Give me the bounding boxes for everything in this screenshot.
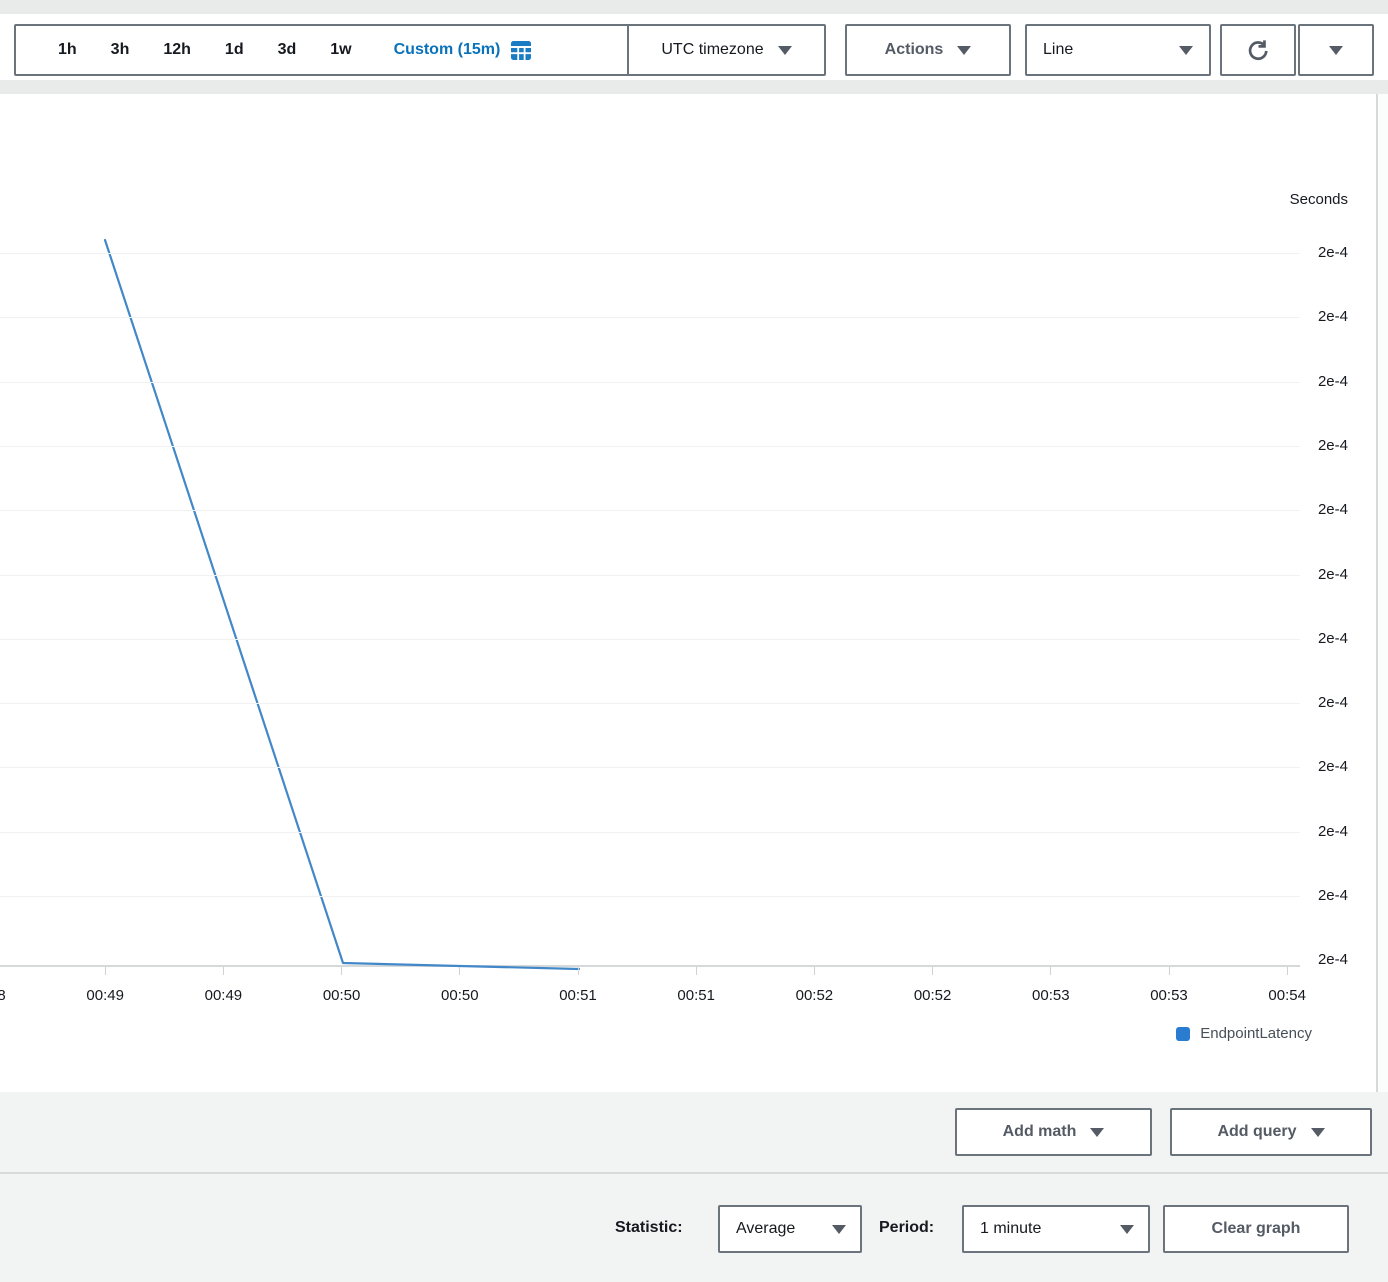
y-tick-label: 2e-4 <box>1278 307 1348 327</box>
clear-graph-label: Clear graph <box>1212 1220 1301 1238</box>
refresh-icon <box>1245 37 1272 64</box>
x-tick-mark <box>932 967 933 975</box>
gridline <box>0 575 1300 576</box>
metric-line-endpointlatency <box>105 240 579 969</box>
y-tick-label: 2e-4 <box>1278 565 1348 585</box>
time-range-group: 1h 3h 12h 1d 3d 1w Custom (15m) UTC time… <box>14 24 826 76</box>
chevron-down-icon <box>957 46 971 55</box>
time-range-3d[interactable]: 3d <box>278 41 297 59</box>
chart-type-value: Line <box>1043 41 1073 59</box>
series-svg <box>0 94 1376 1092</box>
x-tick-mark <box>1287 967 1288 975</box>
y-tick-label: 2e-4 <box>1278 629 1348 649</box>
x-tick-mark <box>1169 967 1170 975</box>
chart-type-select[interactable]: Line <box>1025 24 1211 76</box>
statistic-label: Statistic: <box>615 1219 683 1237</box>
statistic-select[interactable]: Average <box>718 1205 862 1253</box>
x-tick-label: 00:50 <box>302 987 382 1004</box>
add-math-label: Add math <box>1003 1123 1077 1141</box>
clear-graph-button[interactable]: Clear graph <box>1163 1205 1349 1253</box>
x-tick-label: 00:51 <box>656 987 736 1004</box>
y-tick-label: 2e-4 <box>1278 436 1348 456</box>
legend-item-endpointlatency[interactable]: EndpointLatency <box>1176 1025 1312 1042</box>
x-tick-label: 00:52 <box>893 987 973 1004</box>
timezone-label: UTC timezone <box>661 41 763 59</box>
chart-plot: Seconds EndpointLatency 2e-42e-42e-42e-4… <box>0 94 1376 1092</box>
x-tick-label: 00:53 <box>1129 987 1209 1004</box>
timezone-select[interactable]: UTC timezone <box>629 41 824 59</box>
add-query-button[interactable]: Add query <box>1170 1108 1372 1156</box>
gridline <box>0 703 1300 704</box>
y-tick-label: 2e-4 <box>1278 372 1348 392</box>
period-label: Period: <box>879 1219 934 1237</box>
chevron-down-icon <box>1311 1128 1325 1137</box>
gridline <box>0 446 1300 447</box>
x-tick-mark <box>223 967 224 975</box>
panel-right-gutter <box>1378 94 1388 1092</box>
x-tick-mark <box>105 967 106 975</box>
chevron-down-icon <box>1179 46 1193 55</box>
add-query-label: Add query <box>1217 1123 1296 1141</box>
x-tick-label: 00:51 <box>538 987 618 1004</box>
gridline <box>0 510 1300 511</box>
refresh-options-button[interactable] <box>1298 24 1374 76</box>
y-tick-label: 2e-4 <box>1278 693 1348 713</box>
gridline <box>0 253 1300 254</box>
gridline <box>0 832 1300 833</box>
chart-panel: Seconds EndpointLatency 2e-42e-42e-42e-4… <box>0 94 1378 1092</box>
gridline <box>0 382 1300 383</box>
x-tick-label: 00:53 <box>1011 987 1091 1004</box>
actions-button[interactable]: Actions <box>845 24 1011 76</box>
gridline <box>0 767 1300 768</box>
x-tick-label: 00:54 <box>1247 987 1327 1004</box>
x-tick-mark <box>696 967 697 975</box>
toolbar: 1h 3h 12h 1d 3d 1w Custom (15m) UTC time… <box>0 14 1388 80</box>
x-tick-label: 00:49 <box>65 987 145 1004</box>
period-value: 1 minute <box>980 1220 1041 1238</box>
x-tick-mark <box>578 967 579 975</box>
time-range-1w[interactable]: 1w <box>330 41 351 59</box>
y-tick-label: 2e-4 <box>1278 886 1348 906</box>
chevron-down-icon <box>1090 1128 1104 1137</box>
add-math-button[interactable]: Add math <box>955 1108 1152 1156</box>
x-tick-mark <box>341 967 342 975</box>
x-tick-label: 00:52 <box>774 987 854 1004</box>
x-tick-mark <box>814 967 815 975</box>
chevron-down-icon <box>832 1225 846 1234</box>
y-tick-label: 2e-4 <box>1278 243 1348 263</box>
x-tick-label: 00:48 <box>0 987 27 1004</box>
statistic-period-bar: Statistic: Average Period: 1 minute Clea… <box>0 1172 1388 1282</box>
legend-label: EndpointLatency <box>1200 1025 1312 1042</box>
chevron-down-icon <box>1120 1225 1134 1234</box>
time-range-links: 1h 3h 12h 1d 3d 1w <box>16 41 352 59</box>
y-tick-label: 2e-4 <box>1278 500 1348 520</box>
time-range-3h[interactable]: 3h <box>111 41 130 59</box>
refresh-button[interactable] <box>1220 24 1296 76</box>
chevron-down-icon <box>778 46 792 55</box>
y-tick-label: 2e-4 <box>1278 822 1348 842</box>
gridline <box>0 317 1300 318</box>
gridline <box>0 896 1300 897</box>
custom-time-range-label: Custom (15m) <box>394 41 501 59</box>
x-tick-mark <box>1050 967 1051 975</box>
x-tick-mark <box>459 967 460 975</box>
query-actions-bar: Add math Add query <box>0 1092 1388 1172</box>
time-range-1h[interactable]: 1h <box>58 41 77 59</box>
time-range-12h[interactable]: 12h <box>163 41 191 59</box>
legend-swatch <box>1176 1027 1190 1041</box>
calendar-table-icon[interactable] <box>510 39 532 61</box>
time-range-1d[interactable]: 1d <box>225 41 244 59</box>
chevron-down-icon <box>1329 46 1343 55</box>
x-tick-label: 00:50 <box>420 987 500 1004</box>
y-tick-label: 2e-4 <box>1278 757 1348 777</box>
x-tick-label: 00:49 <box>183 987 263 1004</box>
statistic-value: Average <box>736 1220 795 1238</box>
period-select[interactable]: 1 minute <box>962 1205 1150 1253</box>
actions-label: Actions <box>885 41 944 59</box>
gridline <box>0 639 1300 640</box>
custom-time-range-button[interactable]: Custom (15m) <box>394 39 533 61</box>
y-tick-label: 2e-4 <box>1278 950 1348 970</box>
